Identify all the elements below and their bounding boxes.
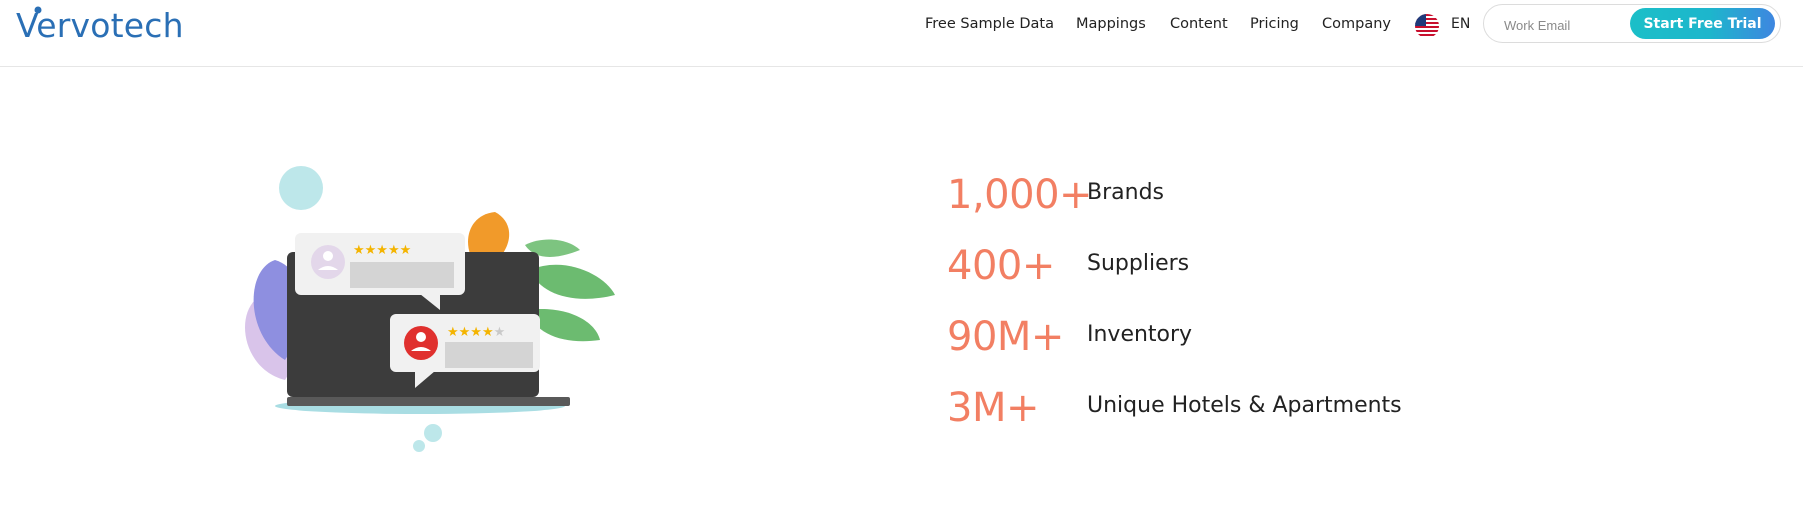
decor-bubble-tiny	[413, 440, 425, 452]
start-free-trial-button[interactable]: Start Free Trial	[1630, 8, 1775, 39]
nav-pricing[interactable]: Pricing	[1250, 16, 1299, 32]
stat-value: 3M+	[947, 385, 1039, 431]
logo-check-icon	[34, 6, 42, 14]
work-email-input[interactable]	[1502, 14, 1626, 36]
avatar-grey	[311, 245, 345, 279]
decor-bubble-top	[279, 166, 323, 210]
laptop-base	[287, 397, 570, 406]
review-2-stars: ★★★★★	[447, 325, 505, 340]
vervotech-logo[interactable]: Vervotech	[14, 4, 184, 48]
leaf-green-1	[530, 264, 615, 299]
avatar-red	[404, 326, 438, 360]
us-flag-icon[interactable]	[1415, 14, 1439, 38]
decor-bubble-small	[424, 424, 442, 442]
stat-label: Inventory	[1087, 322, 1193, 347]
stat-value: 90M+	[947, 314, 1064, 360]
language-selector[interactable]: EN	[1451, 16, 1470, 32]
review-1-stars: ★★★★★	[353, 243, 411, 258]
nav-mappings[interactable]: Mappings	[1076, 16, 1146, 32]
nav-content[interactable]: Content	[1170, 16, 1228, 32]
nav-free-sample-data[interactable]: Free Sample Data	[925, 16, 1054, 32]
stat-label: Unique Hotels & Apartments	[1087, 393, 1402, 418]
stat-label: Brands	[1087, 180, 1164, 205]
nav-company[interactable]: Company	[1322, 16, 1391, 32]
stat-value: 400+	[947, 243, 1055, 289]
site-header: Vervotech Free Sample Data Mappings Cont…	[0, 0, 1803, 67]
review-2-text-placeholder	[445, 342, 533, 368]
laptop-reviews-illustration: ★★★★★ ★★★★★	[245, 166, 615, 452]
signup-form: Start Free Trial	[1483, 4, 1781, 43]
stat-label: Suppliers	[1087, 251, 1190, 276]
review-1-text-placeholder	[350, 262, 454, 288]
stat-value: 1,000+	[947, 172, 1093, 218]
